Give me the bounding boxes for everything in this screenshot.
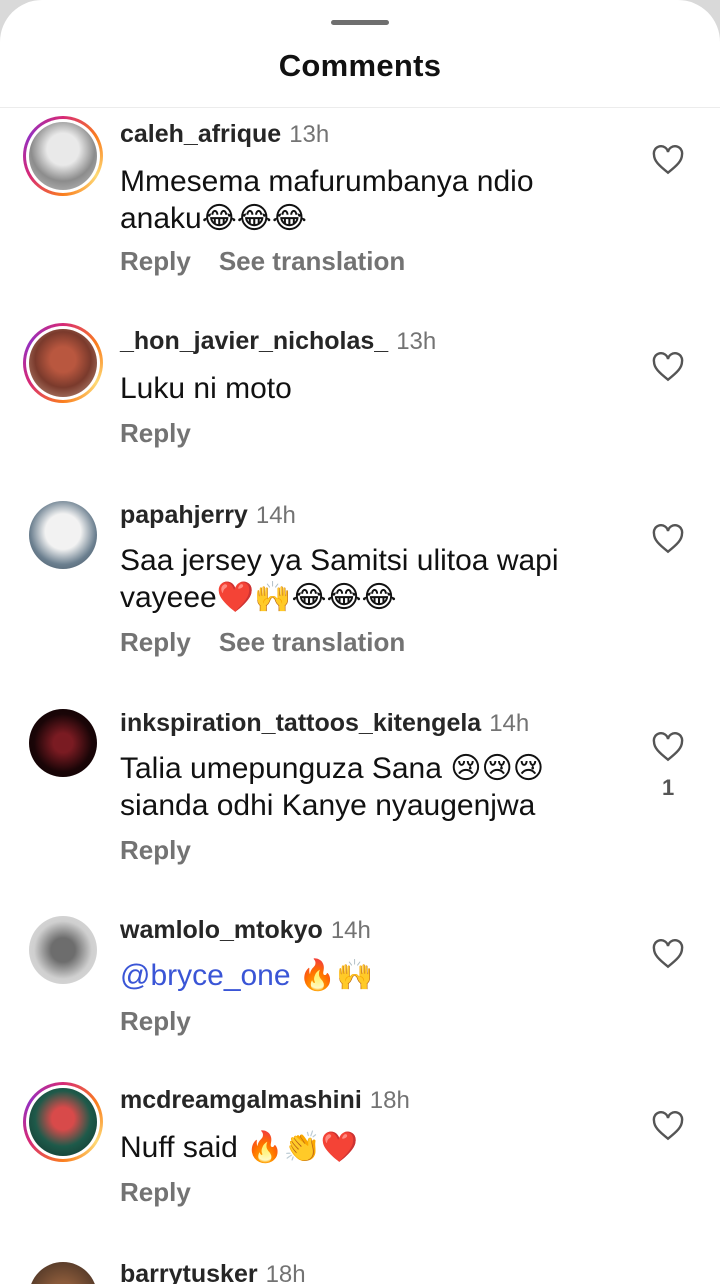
avatar[interactable]	[29, 709, 97, 777]
comment-username[interactable]: caleh_afrique	[120, 120, 281, 148]
comment-text: Saa jersey ya Samitsi ulitoa wapi vayeee…	[120, 544, 559, 614]
reply-button[interactable]: Reply	[120, 246, 191, 276]
comment-time: 18h	[265, 1261, 306, 1284]
comment-username[interactable]: barrytusker	[120, 1260, 258, 1284]
comment-username[interactable]: wamlolo_mtokyo	[120, 916, 323, 944]
comment-username[interactable]: mcdreamgalmashini	[120, 1086, 362, 1114]
comment-time: 14h	[330, 917, 371, 944]
heart-outline-icon[interactable]	[652, 352, 684, 382]
header-divider	[0, 107, 720, 108]
reply-button[interactable]: Reply	[120, 627, 191, 657]
comment-text: Talia umepunguza Sana 😢😢😢 sianda odhi Ka…	[120, 752, 545, 822]
drag-handle[interactable]	[331, 20, 389, 25]
heart-outline-icon[interactable]	[652, 1111, 684, 1141]
comment-username[interactable]: _hon_javier_nicholas_	[120, 327, 388, 355]
comment-time: 14h	[489, 710, 530, 737]
reply-button[interactable]: Reply	[120, 418, 191, 448]
like-count: 1	[662, 775, 675, 800]
avatar[interactable]	[23, 1082, 103, 1162]
heart-outline-icon[interactable]	[652, 732, 684, 762]
comment-text-tail: 🔥🙌	[290, 959, 374, 992]
comment-time: 14h	[255, 502, 296, 529]
comments-sheet: Comments caleh_afrique 13h Mmesema mafuru…	[0, 0, 720, 1284]
comment-time: 13h	[289, 121, 330, 148]
comment-text: Mmesema mafurumbanya ndio anaku😂😂😂	[120, 165, 534, 235]
avatar[interactable]	[23, 116, 103, 196]
heart-outline-icon[interactable]	[652, 939, 684, 969]
heart-outline-icon[interactable]	[652, 145, 684, 175]
comment-text: @bryce_one 🔥🙌	[120, 957, 620, 994]
comment-username[interactable]: papahjerry	[120, 501, 248, 529]
avatar[interactable]	[29, 916, 97, 984]
comment-text: Nuff said 🔥👏❤️	[120, 1131, 359, 1164]
heart-outline-icon[interactable]	[652, 524, 684, 554]
reply-button[interactable]: Reply	[120, 1006, 191, 1036]
see-translation-button[interactable]: See translation	[219, 246, 405, 276]
mention-link[interactable]: @bryce_one	[120, 959, 291, 992]
avatar[interactable]	[29, 1262, 97, 1284]
comment-item: barrytusker 18h	[0, 1256, 720, 1284]
avatar[interactable]	[29, 501, 97, 569]
comment-time: 13h	[396, 328, 437, 355]
reply-button[interactable]: Reply	[120, 1177, 191, 1207]
comment-username[interactable]: inkspiration_tattoos_kitengela	[120, 709, 481, 737]
reply-button[interactable]: Reply	[120, 835, 191, 865]
see-translation-button[interactable]: See translation	[219, 627, 405, 657]
comment-time: 18h	[369, 1087, 410, 1114]
comment-text: Luku ni moto	[120, 372, 292, 405]
avatar[interactable]	[23, 323, 103, 403]
sheet-title: Comments	[278, 48, 442, 83]
